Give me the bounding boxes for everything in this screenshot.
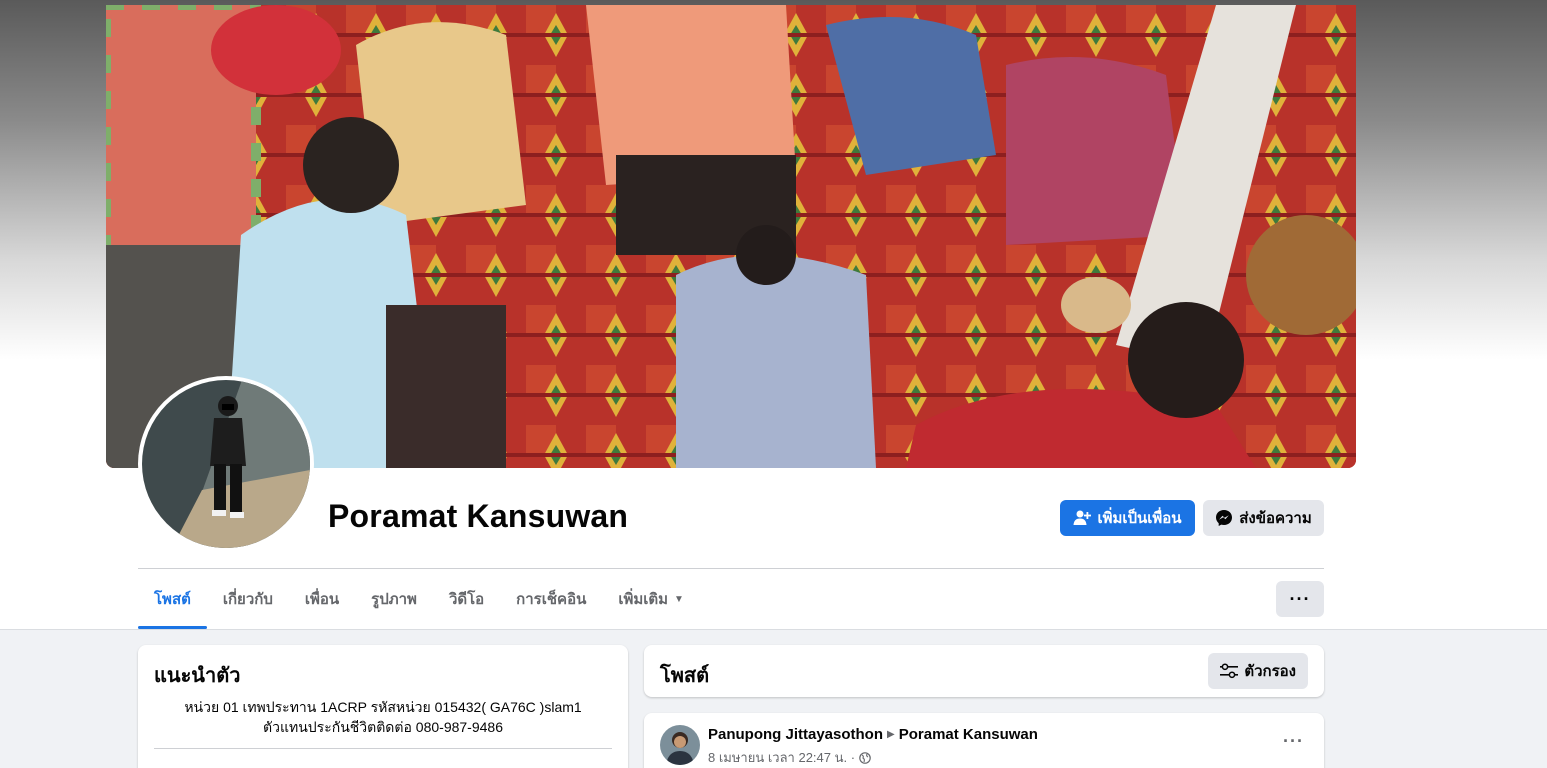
tab-photos[interactable]: รูปภาพ — [355, 569, 433, 629]
intro-bio: หน่วย 01 เทพประทาน 1ACRP รหัสหน่วย 01543… — [154, 697, 612, 737]
tab-more-label: เพิ่มเติม — [618, 591, 669, 608]
tab-posts-label: โพสต์ — [154, 591, 191, 608]
profile-avatar-ring[interactable] — [138, 376, 314, 552]
filter-icon — [1220, 663, 1239, 679]
post-meta: 8 เมษายน เวลา 22:47 น. · — [708, 747, 871, 768]
post-author-avatar[interactable] — [660, 725, 700, 765]
tab-videos-label: วิดีโอ — [448, 591, 485, 608]
triangle-right-icon: ▶ — [887, 729, 895, 740]
tab-videos[interactable]: วิดีโอ — [433, 569, 500, 629]
messenger-icon — [1216, 510, 1233, 526]
posts-header-card: โพสต์ ตัวกรอง — [644, 645, 1324, 697]
message-label: ส่งข้อความ — [1239, 510, 1312, 527]
tab-friends-label: เพื่อน — [304, 591, 340, 608]
tab-photos-label: รูปภาพ — [371, 591, 417, 608]
post-header: Panupong Jittayasothon ▶ Poramat Kansuwa… — [708, 726, 1038, 743]
add-friend-label: เพิ่มเป็นเพื่อน — [1097, 510, 1182, 527]
post-target-name[interactable]: Poramat Kansuwan — [899, 726, 1038, 743]
post-author-name[interactable]: Panupong Jittayasothon — [708, 726, 883, 743]
tab-more[interactable]: เพิ่มเติม ▼ — [602, 569, 700, 629]
filter-button[interactable]: ตัวกรอง — [1208, 653, 1308, 689]
tab-friends[interactable]: เพื่อน — [289, 569, 355, 629]
intro-bio-line-1: หน่วย 01 เทพประทาน 1ACRP รหัสหน่วย 01543… — [184, 699, 582, 715]
globe-icon — [859, 751, 871, 764]
tab-checkins-label: การเช็คอิน — [516, 591, 587, 608]
header-bottom-border — [0, 629, 1547, 630]
filter-label: ตัวกรอง — [1244, 663, 1296, 680]
add-friend-icon — [1073, 510, 1092, 525]
add-friend-button[interactable]: เพิ่มเป็นเพื่อน — [1060, 500, 1195, 536]
intro-bio-line-2: ตัวแทนประกันชีวิตติดต่อ 080-987-9486 — [263, 719, 503, 735]
message-button[interactable]: ส่งข้อความ — [1203, 500, 1324, 536]
caret-down-icon: ▼ — [674, 593, 684, 605]
tab-about[interactable]: เกี่ยวกับ — [207, 569, 289, 629]
avatar-image — [660, 725, 700, 765]
cover-photo[interactable] — [106, 5, 1356, 468]
profile-name: Poramat Kansuwan — [328, 498, 629, 534]
cover-image — [106, 5, 1356, 468]
more-options-button[interactable]: ··· — [1276, 581, 1324, 617]
tab-checkins[interactable]: การเช็คอิน — [500, 569, 602, 629]
tab-posts[interactable]: โพสต์ — [138, 569, 207, 629]
intro-divider — [154, 748, 612, 749]
intro-card: แนะนำตัว หน่วย 01 เทพประทาน 1ACRP รหัสหน… — [138, 645, 628, 768]
post-timestamp[interactable]: 8 เมษายน เวลา 22:47 น. · — [708, 747, 855, 768]
tab-about-label: เกี่ยวกับ — [222, 591, 273, 608]
avatar[interactable] — [142, 380, 310, 548]
profile-header: Poramat Kansuwan เพิ่มเป็นเพื่อน ส่งข้อค… — [0, 0, 1547, 630]
posts-title: โพสต์ — [660, 665, 710, 687]
profile-tabs: โพสต์ เกี่ยวกับ เพื่อน รูปภาพ วิดีโอ การ… — [138, 569, 700, 629]
avatar-image — [142, 380, 310, 548]
post-options-button[interactable]: ··· — [1283, 731, 1304, 752]
intro-title: แนะนำตัว — [154, 665, 241, 687]
post-card: Panupong Jittayasothon ▶ Poramat Kansuwa… — [644, 713, 1324, 768]
